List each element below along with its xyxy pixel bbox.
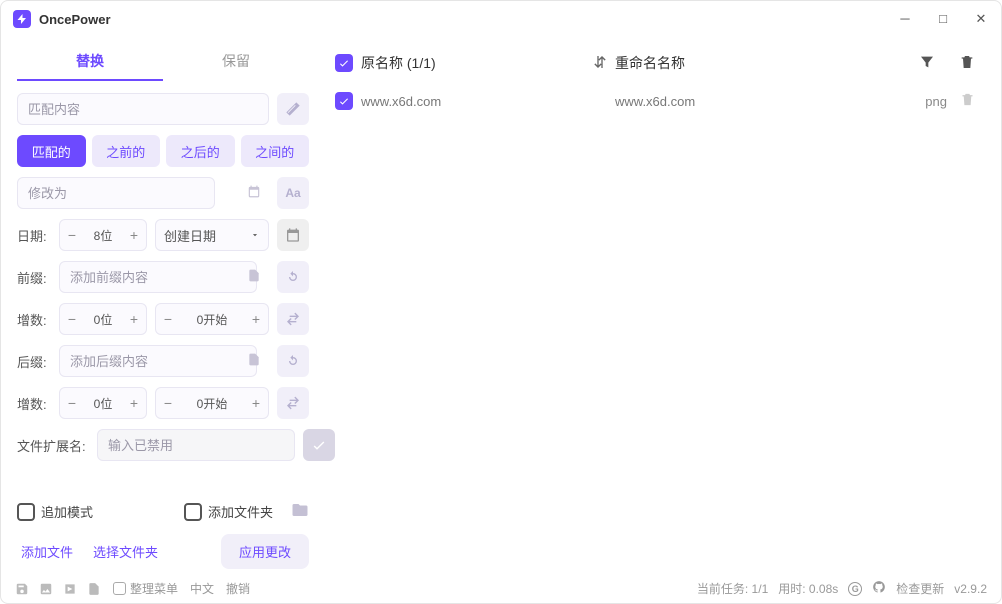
date-label: 日期:: [17, 226, 51, 245]
delete-all-button[interactable]: [947, 54, 987, 73]
date-digits-stepper[interactable]: − 8位 +: [59, 219, 147, 251]
add-file-button[interactable]: 添加文件: [17, 534, 77, 569]
task-status: 当前任务: 1/1: [697, 580, 768, 597]
suffix-inc-label: 增数:: [17, 394, 51, 413]
select-all-checkbox[interactable]: [335, 54, 353, 72]
sort-button[interactable]: [585, 54, 615, 73]
ext-label: 文件扩展名:: [17, 436, 89, 455]
seg-match[interactable]: 匹配的: [17, 135, 86, 167]
match-mode-segments: 匹配的 之前的 之后的 之间的: [17, 135, 309, 167]
original-name: www.x6d.com: [361, 94, 441, 109]
tab-keep[interactable]: 保留: [163, 43, 309, 81]
prefix-reset-button[interactable]: [277, 261, 309, 293]
header-renamed: 重命名名称: [615, 53, 907, 73]
csv-icon[interactable]: [87, 582, 101, 596]
suffix-inc-swap-button[interactable]: [277, 387, 309, 419]
file-list-area: 原名称 (1/1) 重命名名称 www.x6d.com: [321, 37, 1001, 573]
checkbox-icon: [17, 503, 35, 521]
ruler-icon-button[interactable]: [277, 93, 309, 125]
prefix-inc-digits[interactable]: − 0位 +: [59, 303, 147, 335]
date-type-value: 创建日期: [164, 226, 216, 245]
video-icon[interactable]: [63, 582, 77, 596]
add-folder-checkbox[interactable]: 添加文件夹: [184, 502, 273, 521]
increment-button[interactable]: +: [122, 220, 146, 250]
suffix-inc-start-value: 0开始: [180, 395, 244, 412]
increment-button[interactable]: +: [122, 304, 146, 334]
prefix-inc-swap-button[interactable]: [277, 303, 309, 335]
file-icon[interactable]: [247, 269, 261, 286]
file-row: www.x6d.com www.x6d.com png: [335, 83, 987, 119]
suffix-inc-digits-value: 0位: [84, 395, 122, 412]
github-icon[interactable]: [872, 580, 886, 597]
app-window: OncePower ─ □ ✕ 替换 保留 匹配的 之前的 之后的: [0, 0, 1002, 604]
chevron-down-icon: [250, 230, 260, 240]
file-icon[interactable]: [247, 353, 261, 370]
prefix-inc-label: 增数:: [17, 310, 51, 329]
version: v2.9.2: [954, 582, 987, 596]
row-delete-button[interactable]: [947, 92, 987, 110]
g-icon[interactable]: G: [848, 582, 862, 596]
suffix-input[interactable]: [59, 345, 257, 377]
increment-button[interactable]: +: [122, 388, 146, 418]
add-folder-label: 添加文件夹: [208, 502, 273, 521]
append-mode-checkbox[interactable]: 追加模式: [17, 502, 93, 521]
prefix-inc-start[interactable]: − 0开始 +: [155, 303, 269, 335]
checkbox-icon: [184, 503, 202, 521]
app-title: OncePower: [39, 12, 111, 27]
select-folder-button[interactable]: 选择文件夹: [89, 534, 162, 569]
close-button[interactable]: ✕: [973, 11, 989, 27]
list-header: 原名称 (1/1) 重命名名称: [335, 43, 987, 83]
tab-replace[interactable]: 替换: [17, 43, 163, 81]
suffix-inc-start[interactable]: − 0开始 +: [155, 387, 269, 419]
increment-button[interactable]: +: [244, 304, 268, 334]
date-digits-value: 8位: [84, 227, 122, 244]
folder-icon: [291, 501, 309, 522]
seg-after[interactable]: 之后的: [166, 135, 235, 167]
case-toggle-button[interactable]: Aa: [277, 177, 309, 209]
sidebar: 替换 保留 匹配的 之前的 之后的 之间的: [1, 37, 321, 573]
decrement-button[interactable]: −: [60, 388, 84, 418]
row-checkbox[interactable]: [335, 92, 353, 110]
decrement-button[interactable]: −: [60, 220, 84, 250]
seg-between[interactable]: 之间的: [241, 135, 310, 167]
renamed-name: www.x6d.com: [615, 94, 891, 109]
app-logo-icon: [13, 10, 31, 28]
minimize-button[interactable]: ─: [897, 11, 913, 27]
check-update[interactable]: 检查更新: [896, 580, 944, 597]
image-icon[interactable]: [39, 582, 53, 596]
ext-input: [97, 429, 295, 461]
suffix-inc-digits[interactable]: − 0位 +: [59, 387, 147, 419]
match-input[interactable]: [17, 93, 269, 125]
status-bar: 整理菜单 中文 撤销 当前任务: 1/1 用时: 0.08s G 检查更新 v2…: [1, 573, 1001, 603]
suffix-label: 后缀:: [17, 352, 51, 371]
prefix-inc-start-value: 0开始: [180, 311, 244, 328]
save-icon[interactable]: [15, 582, 29, 596]
decrement-button[interactable]: −: [156, 388, 180, 418]
append-mode-label: 追加模式: [41, 502, 93, 521]
maximize-button[interactable]: □: [935, 11, 951, 27]
filter-button[interactable]: [907, 54, 947, 73]
prefix-label: 前缀:: [17, 268, 51, 287]
organize-menu[interactable]: 整理菜单: [113, 580, 178, 597]
decrement-button[interactable]: −: [60, 304, 84, 334]
time-status: 用时: 0.08s: [778, 580, 838, 597]
undo-button[interactable]: 撤销: [226, 580, 250, 597]
header-original: 原名称 (1/1): [361, 53, 436, 73]
date-apply-button[interactable]: [277, 219, 309, 251]
suffix-reset-button[interactable]: [277, 345, 309, 377]
prefix-inc-digits-value: 0位: [84, 311, 122, 328]
lang-toggle[interactable]: 中文: [190, 580, 214, 597]
title-bar: OncePower ─ □ ✕: [1, 1, 1001, 37]
decrement-button[interactable]: −: [156, 304, 180, 334]
date-type-select[interactable]: 创建日期: [155, 219, 269, 251]
increment-button[interactable]: +: [244, 388, 268, 418]
seg-before[interactable]: 之前的: [92, 135, 161, 167]
file-ext: png: [891, 94, 947, 109]
mode-tabs: 替换 保留: [17, 43, 309, 81]
apply-button[interactable]: 应用更改: [221, 534, 309, 569]
calendar-icon[interactable]: [247, 185, 261, 202]
prefix-input[interactable]: [59, 261, 257, 293]
replace-input[interactable]: [17, 177, 215, 209]
